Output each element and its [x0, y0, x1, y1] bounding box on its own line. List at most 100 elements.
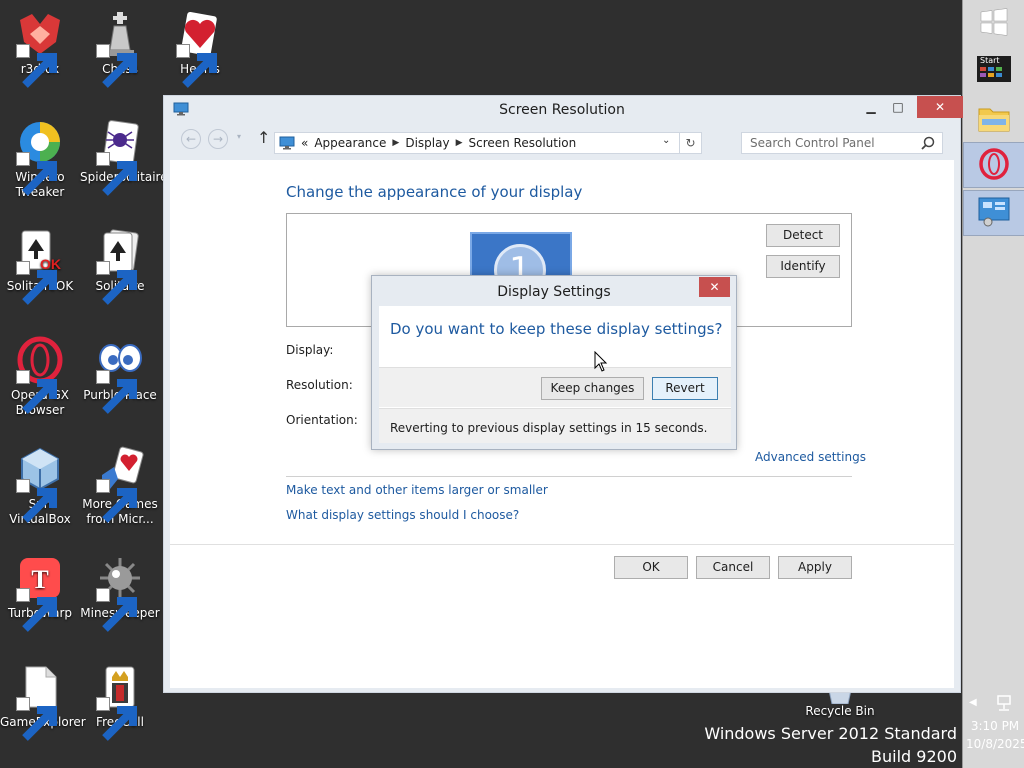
desktop-icon-recycle-bin[interactable]: Recycle Bin [800, 689, 880, 719]
shortcut-arrow-icon [96, 261, 137, 305]
text-size-link[interactable]: Make text and other items larger or smal… [286, 483, 548, 497]
breadcrumb-screen-resolution[interactable]: Screen Resolution [468, 136, 576, 150]
desktop-icon-more-games[interactable]: More Games from Micr... [80, 445, 160, 527]
mouse-cursor-icon [594, 350, 608, 373]
cancel-button[interactable]: Cancel [696, 556, 770, 579]
desktop-icon-freecell[interactable]: FreeCell [80, 663, 160, 741]
desktop-icon-chess[interactable]: Chess [80, 10, 160, 88]
orientation-label: Orientation: [286, 413, 358, 427]
resolution-label: Resolution: [286, 378, 353, 392]
desktop-icon-turbowarp[interactable]: T TurboWarp [0, 554, 80, 632]
show-hidden-icons-chevron-icon[interactable]: ◀ [969, 696, 981, 710]
os-watermark-edition: Windows Server 2012 Standard [704, 724, 957, 743]
desktop-icon-purble-place[interactable]: Purble Place [80, 336, 160, 414]
display-settings-help-link[interactable]: What display settings should I choose? [286, 508, 519, 522]
shortcut-arrow-icon [96, 370, 137, 414]
advanced-settings-link[interactable]: Advanced settings [755, 450, 866, 464]
desktop-icon-gameexplorer[interactable]: GameExplorer [0, 663, 86, 741]
desktop-icon-solitaireok[interactable]: OK SolitaireOK [0, 227, 80, 305]
keep-changes-button[interactable]: Keep changes [541, 377, 644, 400]
clock-date[interactable]: 10/8/2025 [966, 737, 1024, 752]
taskbar: Start ◀ 3:10 PM 10/8/2025 [962, 0, 1024, 768]
chess-king-icon [96, 10, 144, 88]
windows-logo-icon [980, 7, 1008, 39]
minesweeper-mine-icon [96, 554, 144, 632]
shortcut-arrow-icon [16, 44, 57, 88]
recent-locations-chevron-icon[interactable]: ▾ [237, 132, 241, 141]
hearts-card-icon [176, 10, 224, 88]
desktop-icon-opera-gx[interactable]: Opera GX Browser [0, 336, 80, 418]
breadcrumb-display[interactable]: Display [405, 136, 449, 150]
address-field[interactable]: « Appearance ▶ Display ▶ Screen Resoluti… [274, 132, 702, 154]
search-icon[interactable] [921, 136, 935, 150]
close-button[interactable]: ✕ [917, 96, 963, 118]
apply-button[interactable]: Apply [778, 556, 852, 579]
window-titlebar[interactable]: Screen Resolution ▁ □ ✕ [164, 96, 963, 124]
shortcut-arrow-icon [16, 479, 57, 523]
up-arrow-icon: ↑ [257, 128, 271, 147]
shortcut-arrow-icon [96, 697, 137, 741]
breadcrumb-separator-icon[interactable]: ▶ [392, 138, 399, 148]
spider-solitaire-icon [96, 118, 144, 196]
freecell-king-icon [96, 663, 144, 741]
bottom-divider [170, 544, 954, 545]
taskbar-file-explorer[interactable] [963, 96, 1024, 142]
address-dropdown-chevron-icon[interactable]: ⌄ [662, 135, 670, 146]
shortcut-arrow-icon [16, 261, 57, 305]
back-button[interactable]: ← [181, 129, 201, 149]
control-panel-icon [977, 196, 1011, 231]
maximize-button[interactable]: □ [883, 96, 913, 118]
breadcrumb-separator-icon[interactable]: ▶ [456, 138, 463, 148]
desktop-icon-solitaire[interactable]: Solitaire [80, 227, 160, 305]
control-panel-small-icon [279, 136, 295, 150]
search-input[interactable]: Search Control Panel [741, 132, 943, 154]
identify-button[interactable]: Identify [766, 255, 840, 278]
forward-arrow-icon: → [212, 132, 224, 146]
revert-countdown-status: Reverting to previous display settings i… [379, 408, 731, 443]
detect-button[interactable]: Detect [766, 224, 840, 247]
ok-button[interactable]: OK [614, 556, 688, 579]
breadcrumb-appearance[interactable]: Appearance [314, 136, 386, 150]
window-title: Screen Resolution [499, 102, 625, 118]
minimize-icon: ▁ [866, 100, 876, 114]
start-tiles-icon: Start [977, 56, 1011, 82]
shortcut-arrow-icon [16, 370, 57, 414]
os-watermark-build: Build 9200 [871, 747, 957, 766]
desktop-icon-winaero-tweaker[interactable]: Winaero Tweaker [0, 118, 80, 200]
windows-start-button[interactable] [963, 0, 1024, 46]
solitaire-card-icon [96, 227, 144, 305]
solitaire-ok-icon: OK [16, 227, 64, 305]
breadcrumb-overflow[interactable]: « [301, 136, 308, 150]
divider [286, 476, 852, 477]
opera-gx-icon [978, 147, 1010, 183]
winaero-tweaker-icon [16, 118, 64, 196]
turbowarp-icon: T [16, 554, 64, 632]
clock-time[interactable]: 3:10 PM [966, 719, 1024, 734]
shortcut-arrow-icon [176, 44, 217, 88]
shortcut-arrow-icon [16, 697, 57, 741]
dialog-close-button[interactable]: ✕ [699, 277, 730, 297]
desktop-icon-spidersolitaire[interactable]: SpiderSolitaire [80, 118, 168, 196]
minimize-button[interactable]: ▁ [856, 96, 886, 118]
maximize-icon: □ [892, 100, 904, 114]
desktop-icon-minesweeper[interactable]: Minesweeper [80, 554, 160, 632]
refresh-button[interactable]: ↻ [679, 133, 701, 153]
shortcut-arrow-icon [16, 152, 57, 196]
desktop-icon-sun-virtualbox[interactable]: Sun VirtualBox [0, 445, 80, 527]
network-icon[interactable] [995, 694, 1013, 712]
dialog-title: Display Settings [497, 284, 611, 300]
dialog-body: Do you want to keep these display settin… [379, 306, 731, 443]
desktop-icon-hearts[interactable]: Hearts [160, 10, 240, 88]
forward-button[interactable]: → [208, 129, 228, 149]
revert-button[interactable]: Revert [652, 377, 718, 400]
more-games-icon [96, 445, 144, 523]
shortcut-arrow-icon [96, 479, 137, 523]
taskbar-control-panel[interactable] [963, 190, 1024, 236]
taskbar-start-tile[interactable]: Start [963, 46, 1024, 92]
desktop-icon-label: Recycle Bin [805, 704, 875, 718]
purble-place-eyes-icon [96, 336, 144, 414]
up-button[interactable]: ↑ [257, 128, 270, 147]
display-settings-dialog: Display Settings ✕ Do you want to keep t… [371, 275, 737, 450]
taskbar-opera-gx[interactable] [963, 142, 1024, 188]
desktop-icon-r3dfox[interactable]: r3dfox [0, 10, 80, 88]
